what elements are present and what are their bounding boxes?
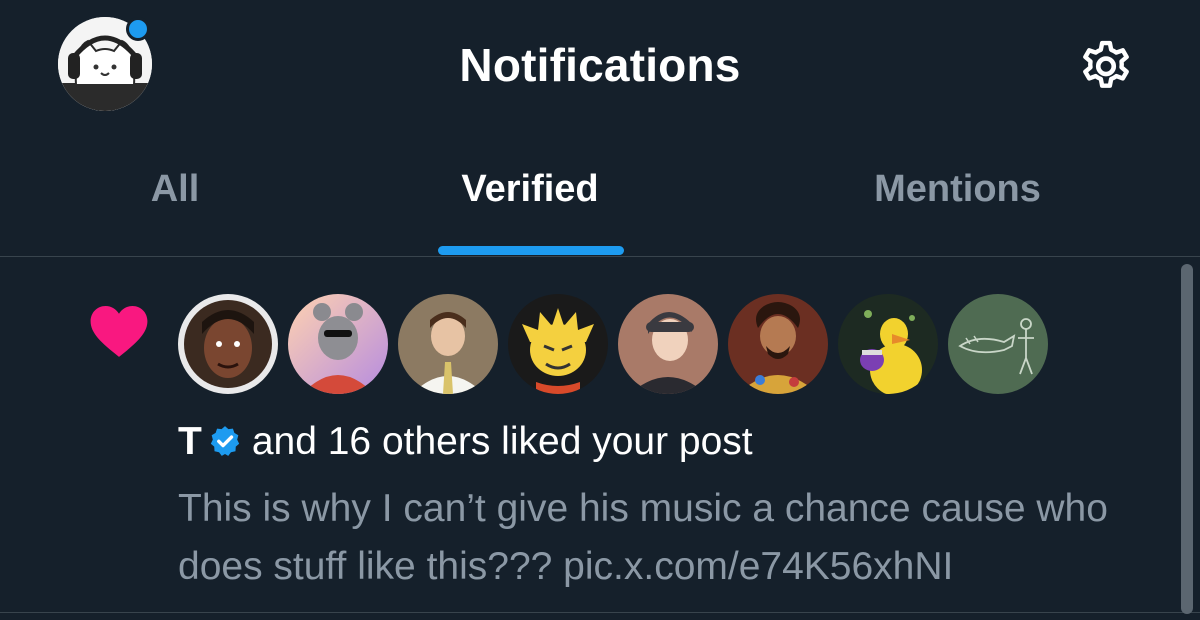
post-preview-text[interactable]: This is why I can’t give his music a cha… <box>178 480 1168 596</box>
liker-avatar[interactable] <box>618 294 718 394</box>
tab-all[interactable]: All <box>100 168 250 211</box>
liker-avatar[interactable] <box>398 294 498 394</box>
heart-icon <box>88 302 150 360</box>
page-title: Notifications <box>459 39 741 91</box>
liker-avatar[interactable] <box>178 294 278 394</box>
like-notification[interactable]: Tand 16 others liked your post This is w… <box>0 258 1200 613</box>
tab-verified[interactable]: Verified <box>420 168 640 211</box>
scrollbar[interactable] <box>1181 264 1193 614</box>
notification-tabs: All Verified Mentions <box>0 150 1200 257</box>
settings-gear-icon[interactable] <box>1075 34 1137 96</box>
notification-summary: Tand 16 others liked your post <box>178 420 753 464</box>
liker-avatar[interactable] <box>288 294 388 394</box>
liker-avatar[interactable] <box>508 294 608 394</box>
tab-mentions[interactable]: Mentions <box>830 168 1085 211</box>
liker-avatar[interactable] <box>948 294 1048 394</box>
top-bar: Notifications <box>0 0 1200 130</box>
liker-name[interactable]: T <box>178 420 202 463</box>
active-tab-indicator <box>438 246 624 255</box>
liker-avatar[interactable] <box>728 294 828 394</box>
liker-avatar[interactable] <box>838 294 938 394</box>
notification-action-text: and 16 others liked your post <box>251 420 753 463</box>
verified-badge-icon <box>208 424 242 458</box>
